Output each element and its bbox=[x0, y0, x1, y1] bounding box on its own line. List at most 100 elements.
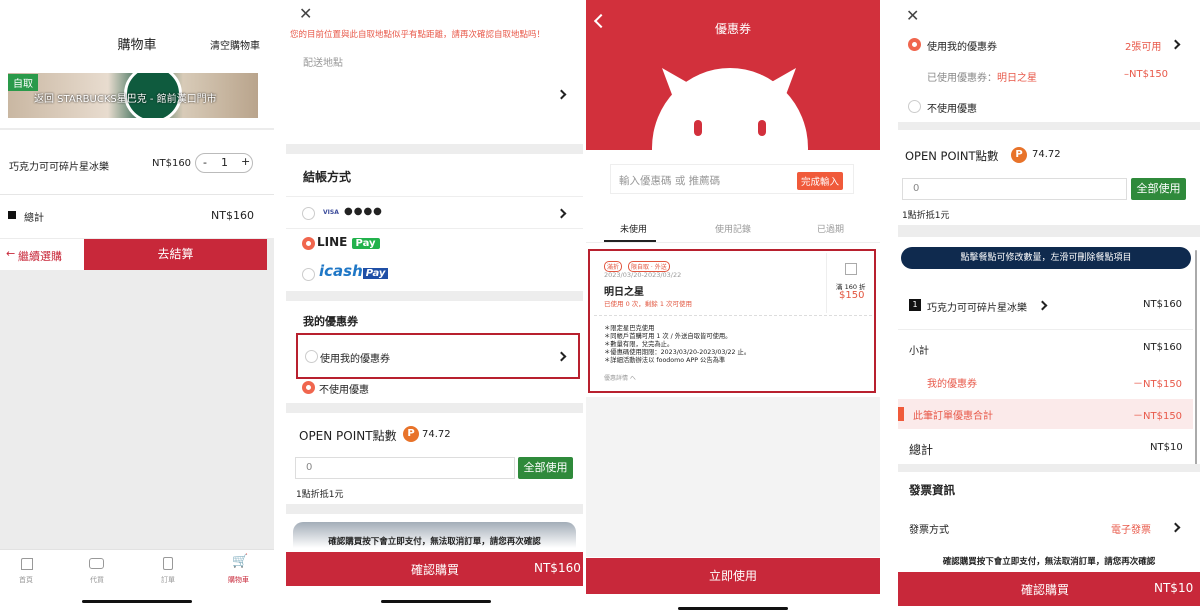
close-icon[interactable]: ✕ bbox=[906, 6, 919, 25]
coupon-header: 優惠券 bbox=[586, 0, 880, 150]
minus-button[interactable]: - bbox=[203, 156, 207, 169]
total-value: NT$10 bbox=[1150, 442, 1183, 453]
chevron-right-icon[interactable] bbox=[556, 208, 567, 219]
cart-icon[interactable]: 🛒 bbox=[232, 554, 248, 569]
icash-logo: icash Pay bbox=[319, 262, 389, 280]
no-coupon-radio[interactable] bbox=[908, 100, 921, 113]
section-divider bbox=[286, 504, 583, 514]
chevron-right-icon[interactable] bbox=[1170, 522, 1181, 533]
confirm-purchase-button[interactable]: 確認購買 NT$10 bbox=[898, 572, 1200, 606]
coupon-rule: ＊數量有限，兌完為止。 bbox=[604, 341, 674, 348]
coupon-code-field[interactable]: 輸入優惠碼 或 推薦碼 完成輸入 bbox=[610, 164, 854, 194]
available-coupons[interactable]: 2張可用 bbox=[1125, 38, 1161, 53]
payment-card-radio[interactable] bbox=[302, 207, 315, 220]
coupon-rule: ＊限定星巴克使用 bbox=[604, 325, 655, 332]
coupon-screen: 優惠券 輸入優惠碼 或 推薦碼 完成輸入 未使用 使用記錄 已過期 滿折 限自取… bbox=[586, 0, 880, 613]
open-point-icon: P bbox=[403, 426, 419, 442]
coupon-rule: ＊優惠碼使用期限：2023/03/20-2023/03/22 止。 bbox=[604, 349, 751, 356]
delivery-label: 配送地點 bbox=[303, 58, 343, 69]
coupon-checkbox[interactable] bbox=[845, 263, 857, 275]
used-coupon-prefix: 已使用優惠券： bbox=[927, 73, 997, 84]
bottom-nav: 首頁 代買 訂單 🛒 購物車 bbox=[0, 549, 274, 613]
item-price: NT$160 bbox=[152, 158, 192, 169]
coupon-title: 我的優惠券 bbox=[303, 315, 358, 328]
use-coupon-row[interactable]: 使用我的優惠券 bbox=[296, 333, 580, 379]
continue-label: 繼續選購 bbox=[18, 250, 62, 263]
section-divider bbox=[286, 144, 583, 154]
home-icon[interactable] bbox=[21, 558, 33, 570]
divider bbox=[586, 242, 880, 243]
total-value: NT$160 bbox=[211, 209, 254, 222]
subtotal-value: NT$160 bbox=[1143, 342, 1183, 353]
close-icon[interactable]: ✕ bbox=[299, 4, 312, 23]
divider bbox=[898, 329, 1193, 330]
confirm-note: 確認購買按下會立即支付，無法取消訂單，請您再次確認 bbox=[942, 557, 1156, 567]
store-banner[interactable]: 返回 STARBUCKS星巴克 - 館前漢口門市 bbox=[8, 73, 258, 118]
chevron-right-icon[interactable] bbox=[1170, 39, 1181, 50]
divider bbox=[286, 228, 583, 229]
chevron-right-icon[interactable] bbox=[1037, 300, 1048, 311]
arrow-left-icon: ← bbox=[6, 247, 16, 260]
coupon-card[interactable]: 滿折 限自取 · 外送 2023/03/20-2023/03/22 明日之星 已… bbox=[588, 249, 876, 393]
mascot-icon bbox=[652, 68, 808, 150]
use-all-button[interactable]: 全部使用 bbox=[1131, 178, 1186, 200]
item-name[interactable]: 巧克力可可碎片星冰樂 bbox=[927, 299, 1027, 314]
payment-title: 結帳方式 bbox=[303, 170, 352, 184]
use-coupon-radio[interactable] bbox=[305, 350, 318, 363]
clear-cart-button[interactable]: 清空購物車 bbox=[210, 37, 260, 52]
section-divider bbox=[286, 291, 583, 301]
quantity-value: 1 bbox=[221, 156, 228, 169]
home-indicator bbox=[381, 600, 491, 603]
nav-home[interactable]: 首頁 bbox=[19, 575, 33, 585]
open-point-input[interactable]: 0 bbox=[902, 178, 1127, 200]
icash-text: icash bbox=[319, 262, 363, 280]
order-icon[interactable] bbox=[163, 557, 173, 570]
tab-history[interactable]: 使用記錄 bbox=[715, 222, 751, 235]
confirm-purchase-button[interactable]: 確認購買 NT$160 bbox=[286, 552, 583, 586]
delivery-icon[interactable] bbox=[89, 558, 104, 569]
nav-delivery[interactable]: 代買 bbox=[90, 575, 104, 585]
subtotal-label: 小計 bbox=[909, 346, 929, 357]
confirm-purchase-label: 確認購買 bbox=[411, 563, 460, 577]
home-indicator bbox=[82, 600, 192, 603]
use-all-button[interactable]: 全部使用 bbox=[518, 457, 573, 479]
quantity-stepper[interactable]: - 1 + bbox=[195, 153, 253, 173]
invoice-title: 發票資訊 bbox=[909, 483, 955, 497]
home-indicator bbox=[678, 607, 788, 610]
tab-unused[interactable]: 未使用 bbox=[620, 222, 647, 235]
open-point-icon: P bbox=[1011, 147, 1027, 163]
nav-cart[interactable]: 購物車 bbox=[228, 575, 249, 585]
coupon-rule: ＊同帳戶首購可用 1 次 / 外送自取皆可使用。 bbox=[604, 333, 732, 340]
payment-linepay-radio[interactable] bbox=[302, 237, 315, 250]
section-divider bbox=[898, 122, 1200, 130]
payment-icash-radio[interactable] bbox=[302, 268, 315, 281]
divider bbox=[594, 315, 872, 316]
chevron-right-icon[interactable] bbox=[556, 89, 567, 100]
confirm-purchase-price: NT$160 bbox=[534, 561, 581, 575]
tab-expired[interactable]: 已過期 bbox=[817, 222, 844, 235]
use-now-button[interactable]: 立即使用 bbox=[586, 558, 880, 594]
coupon-rule: ＊詳細活動辦法以 foodomo APP 公告為準 bbox=[604, 357, 726, 364]
scrollbar[interactable] bbox=[1195, 250, 1197, 465]
coupon-details-toggle[interactable]: 優惠詳情 へ bbox=[604, 373, 636, 382]
checkout-screen: ✕ 您的目前位置與此自取地點似乎有點距離，請再次確認自取地點吗！ 配送地點 結帳… bbox=[286, 0, 583, 613]
location-warning: 您的目前位置與此自取地點似乎有點距離，請再次確認自取地點吗！ bbox=[290, 30, 546, 40]
checkout-button[interactable]: 去結算 bbox=[84, 239, 267, 270]
no-coupon-radio[interactable] bbox=[302, 381, 315, 394]
chevron-right-icon bbox=[556, 351, 567, 362]
open-point-input[interactable]: 0 bbox=[295, 457, 515, 479]
total-label: 總計 bbox=[24, 213, 44, 224]
use-coupon-radio[interactable] bbox=[908, 38, 921, 51]
used-coupon-amount: –NT$150 bbox=[1124, 69, 1169, 80]
order-discount-label: 此筆訂單優惠合計 bbox=[913, 411, 993, 422]
nav-orders[interactable]: 訂單 bbox=[161, 575, 175, 585]
open-point-note: 1點折抵1元 bbox=[902, 211, 950, 221]
divider bbox=[286, 196, 583, 197]
checkout-summary-screen: ✕ 使用我的優惠券 2張可用 已使用優惠券：明日之星 –NT$150 不使用優惠… bbox=[898, 0, 1200, 613]
invoice-method-value[interactable]: 電子發票 bbox=[1111, 521, 1151, 536]
continue-shopping-button[interactable]: ← 繼續選購 bbox=[0, 239, 84, 270]
plus-button[interactable]: + bbox=[241, 155, 250, 168]
apply-code-button[interactable]: 完成輸入 bbox=[797, 172, 844, 190]
confirm-purchase-label: 確認購買 bbox=[1021, 583, 1070, 597]
order-discount-value: －NT$150 bbox=[1133, 411, 1183, 422]
